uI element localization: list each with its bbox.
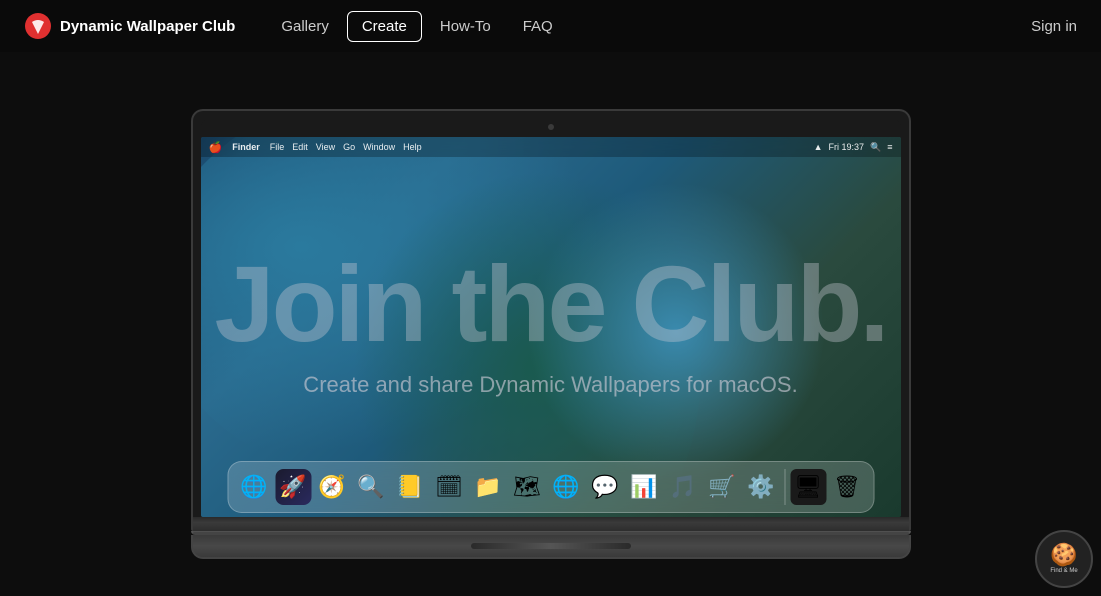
macbook-illustration: 🍎 Finder File Edit View Go Window Help ▲… bbox=[191, 109, 911, 559]
dock-calendar[interactable]: 🗓 bbox=[431, 469, 467, 505]
dock-display[interactable]: 🖥 bbox=[790, 469, 826, 505]
cookie-button[interactable]: 🍪 Find & Me bbox=[1035, 530, 1093, 588]
signin-button[interactable]: Sign in bbox=[1031, 18, 1077, 35]
navbar: Dynamic Wallpaper Club Gallery Create Ho… bbox=[0, 0, 1101, 52]
nav-gallery[interactable]: Gallery bbox=[267, 12, 343, 41]
nav-howto[interactable]: How-To bbox=[426, 12, 505, 41]
dock-trash[interactable]: 🗑 bbox=[829, 469, 865, 505]
dock-music[interactable]: 🎵 bbox=[665, 469, 701, 505]
hero-section: Join the Club. Create and share Dynamic … bbox=[0, 52, 1101, 596]
macbook-trackpad-strip bbox=[471, 543, 631, 549]
brand-name: Dynamic Wallpaper Club bbox=[60, 18, 235, 35]
dock-maps[interactable]: 🗺 bbox=[509, 469, 545, 505]
finder-label: Finder bbox=[232, 142, 260, 152]
nav-create[interactable]: Create bbox=[347, 11, 422, 42]
dock-messages[interactable]: 💬 bbox=[587, 469, 623, 505]
nav-faq[interactable]: FAQ bbox=[509, 12, 567, 41]
nav-links: Gallery Create How-To FAQ bbox=[267, 11, 1031, 42]
apple-menu: 🍎 bbox=[209, 141, 223, 154]
search-icon: 🔍 bbox=[870, 142, 881, 153]
menu-file: File bbox=[270, 142, 285, 152]
dock-separator bbox=[784, 469, 785, 505]
dock-sheets[interactable]: 📊 bbox=[626, 469, 662, 505]
dock-safari[interactable]: 🧭 bbox=[314, 469, 350, 505]
cookie-icon: 🍪 bbox=[1050, 542, 1077, 568]
menu-help: Help bbox=[403, 142, 422, 152]
dock-chrome[interactable]: 🌐 bbox=[548, 469, 584, 505]
dock-appstore[interactable]: 🛒 bbox=[704, 469, 740, 505]
cookie-label: Find & Me bbox=[1050, 568, 1077, 575]
logo-icon bbox=[24, 12, 52, 40]
dock-contacts[interactable]: 📒 bbox=[392, 469, 428, 505]
macbook-screen-bezel: 🍎 Finder File Edit View Go Window Help ▲… bbox=[191, 109, 911, 517]
macos-menubar-right: ▲ Fri 19:37 🔍 ≡ bbox=[814, 142, 893, 153]
macbook-camera bbox=[548, 124, 554, 130]
menu-edit: Edit bbox=[292, 142, 308, 152]
dock-prefs[interactable]: ⚙️ bbox=[743, 469, 779, 505]
macbook-body bbox=[191, 517, 911, 531]
wifi-icon: ▲ bbox=[814, 142, 823, 152]
menu-go: Go bbox=[343, 142, 355, 152]
macos-screen: 🍎 Finder File Edit View Go Window Help ▲… bbox=[201, 137, 901, 517]
menu-window: Window bbox=[363, 142, 395, 152]
clock: Fri 19:37 bbox=[828, 142, 864, 152]
control-center-icon: ≡ bbox=[887, 142, 892, 152]
macos-menus: File Edit View Go Window Help bbox=[270, 142, 422, 152]
macos-dock: 🌐 🚀 🧭 🔍 📒 🗓 📁 🗺 🌐 💬 📊 🎵 🛒 ⚙️ 🖥 bbox=[227, 461, 874, 513]
macbook-foot bbox=[191, 535, 911, 559]
dock-launchpad[interactable]: 🚀 bbox=[275, 469, 311, 505]
wallpaper-blob-3 bbox=[501, 157, 851, 507]
dock-spotlight[interactable]: 🔍 bbox=[353, 469, 389, 505]
macos-menubar: 🍎 Finder File Edit View Go Window Help ▲… bbox=[201, 137, 901, 157]
macbook-camera-bar bbox=[201, 119, 901, 135]
dock-finder[interactable]: 🌐 bbox=[236, 469, 272, 505]
logo-link[interactable]: Dynamic Wallpaper Club bbox=[24, 12, 235, 40]
dock-files[interactable]: 📁 bbox=[470, 469, 506, 505]
menu-view: View bbox=[316, 142, 335, 152]
